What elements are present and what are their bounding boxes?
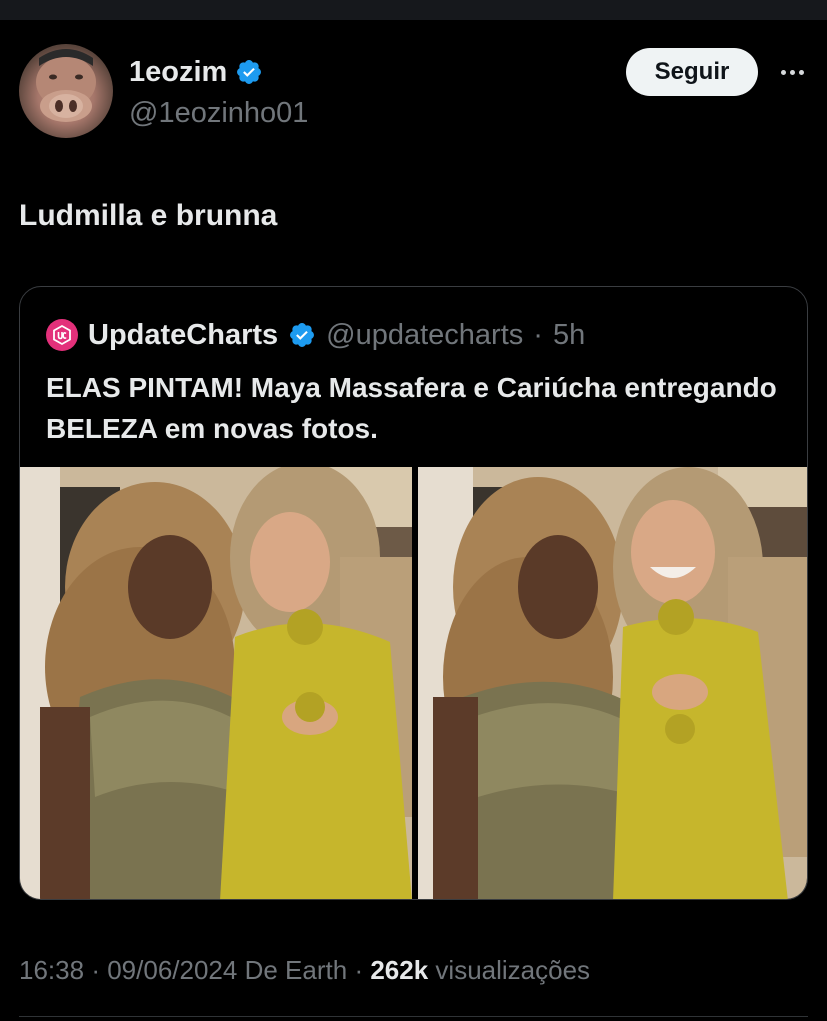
quoted-post-text: ELAS PINTAM! Maya Massafera e Cariúcha e… [46, 372, 777, 444]
separator-dot: · [533, 318, 543, 351]
quoted-author-avatar[interactable] [46, 319, 78, 351]
divider [19, 1016, 808, 1017]
photo-left[interactable] [20, 467, 412, 899]
post-time[interactable]: 16:38 [19, 955, 84, 985]
verified-badge-icon [288, 321, 316, 349]
quoted-author-handle[interactable]: @updatecharts [326, 319, 523, 352]
verified-badge-icon [235, 58, 263, 86]
quoted-post-time[interactable]: 5h [553, 319, 585, 352]
quoted-author-name[interactable]: UpdateCharts [88, 319, 278, 352]
separator-dot: · [91, 955, 100, 985]
post-metadata: 16:38 · 09/06/2024 De Earth · 262k visua… [19, 950, 590, 990]
separator-dot: · [354, 955, 364, 985]
updatecharts-logo-icon [53, 324, 71, 346]
post-source: De Earth [244, 955, 348, 985]
photo-right-image [418, 467, 807, 899]
post-text: Ludmilla e brunna [19, 199, 278, 232]
author-name-row[interactable]: 1eozim [129, 52, 263, 92]
pig-face-avatar-icon [36, 49, 96, 122]
photo-right[interactable] [418, 467, 807, 899]
author-avatar[interactable] [19, 44, 113, 138]
author-handle[interactable]: @1eozinho01 [129, 93, 308, 133]
quoted-post-card[interactable]: UpdateCharts @updatecharts · 5h ELAS PIN… [19, 286, 808, 900]
quoted-post-header: UpdateCharts @updatecharts · 5h [46, 315, 585, 355]
views-label: visualizações [435, 955, 591, 985]
more-options-icon[interactable] [773, 58, 811, 86]
status-strip [0, 0, 827, 20]
follow-button[interactable]: Seguir [626, 48, 758, 96]
views-count[interactable]: 262k [370, 955, 428, 985]
photo-left-image [20, 467, 412, 899]
author-name[interactable]: 1eozim [129, 52, 227, 92]
post-date[interactable]: 09/06/2024 [107, 955, 237, 985]
